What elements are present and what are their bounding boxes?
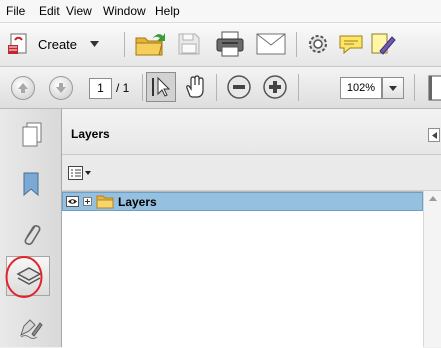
bookmark-icon[interactable] — [22, 171, 40, 197]
scroll-up-arrow-icon[interactable] — [429, 196, 437, 201]
zoom-level-input[interactable]: 102% — [340, 77, 382, 99]
arrow-down-icon — [56, 83, 66, 93]
page-total-label: / 1 — [116, 81, 130, 95]
gear-icon[interactable] — [306, 32, 330, 56]
menu-help[interactable]: Help — [155, 4, 180, 18]
menu-view[interactable]: View — [66, 4, 92, 18]
arrow-up-icon — [18, 83, 28, 93]
main-toolbar: Create — [0, 23, 441, 67]
next-page-button[interactable] — [49, 76, 73, 100]
sign-pen-icon[interactable] — [370, 31, 396, 57]
layers-scrollbar[interactable] — [423, 191, 441, 347]
paperclip-icon[interactable] — [20, 221, 42, 247]
comment-icon[interactable] — [338, 32, 364, 56]
highlight-circle — [5, 256, 43, 298]
menu-window[interactable]: Window — [103, 4, 146, 18]
page-number-input[interactable]: 1 — [89, 78, 112, 99]
options-menu-button[interactable] — [68, 165, 92, 181]
navigation-toolbar: 1 / 1 102% — [0, 67, 441, 109]
chevron-left-icon — [432, 132, 437, 139]
zoom-dropdown-button[interactable] — [382, 77, 404, 99]
layer-label: Layers — [118, 195, 157, 209]
folder-icon — [96, 195, 114, 209]
menu-file[interactable]: File — [6, 4, 25, 18]
layers-panel-toolbar — [62, 155, 441, 191]
toolbar-separator — [142, 74, 143, 101]
select-tool-button[interactable] — [146, 72, 176, 102]
toolbar-separator — [296, 32, 297, 57]
chevron-down-icon — [90, 41, 99, 47]
zoom-out-icon[interactable] — [226, 74, 252, 100]
options-list-icon — [68, 166, 91, 180]
page-thumbnails-icon[interactable] — [21, 122, 43, 148]
email-icon[interactable] — [256, 33, 286, 55]
collapse-panel-button[interactable] — [428, 128, 440, 142]
signature-icon[interactable] — [18, 317, 44, 339]
eye-visibility-icon[interactable] — [66, 196, 79, 207]
menu-edit[interactable]: Edit — [39, 4, 60, 18]
create-button[interactable]: Create — [4, 29, 124, 59]
navigation-pane-rail — [0, 109, 62, 347]
create-label: Create — [38, 37, 78, 52]
toolbar-separator — [124, 32, 125, 57]
open-folder-icon[interactable] — [134, 29, 166, 59]
hand-tool-icon[interactable] — [182, 74, 208, 100]
save-icon[interactable] — [176, 31, 202, 57]
zoom-in-icon[interactable] — [262, 74, 288, 100]
toolbar-separator — [414, 74, 415, 101]
print-icon[interactable] — [214, 30, 246, 58]
toolbar-separator — [216, 74, 217, 101]
panel-title: Layers — [71, 127, 110, 141]
select-cursor-icon — [152, 76, 171, 97]
layer-row-root[interactable]: Layers — [62, 192, 423, 211]
expand-plus-icon[interactable] — [83, 197, 92, 206]
create-pdf-icon — [8, 33, 27, 54]
previous-page-button[interactable] — [11, 76, 35, 100]
chevron-down-icon — [389, 86, 397, 91]
toolbar-separator — [298, 74, 299, 101]
fit-page-icon[interactable] — [428, 75, 441, 101]
layers-panel-header: Layers — [62, 109, 441, 155]
layers-tree: Layers — [62, 191, 423, 348]
menu-bar: File Edit View Window Help — [0, 0, 441, 23]
